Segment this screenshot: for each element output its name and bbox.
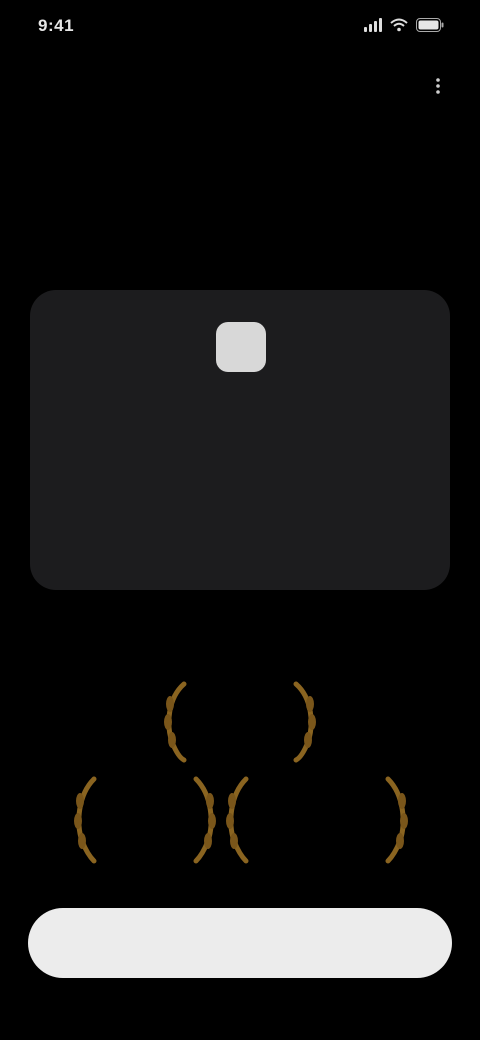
title-block [0, 140, 480, 144]
laurel-icon [293, 681, 316, 763]
award-badge [70, 775, 220, 865]
award-badge [160, 680, 320, 764]
continue-button[interactable] [28, 908, 452, 978]
laurel-icon [164, 681, 187, 763]
status-time: 9:41 [38, 16, 75, 35]
signal-icon [364, 18, 382, 32]
laurel-icon [385, 776, 408, 864]
laurel-icon [74, 776, 97, 864]
info-card [30, 290, 450, 590]
more-icon[interactable] [426, 74, 450, 98]
laurel-icon [193, 776, 216, 864]
laurel-icon [226, 776, 249, 864]
card-badge [216, 322, 266, 372]
status-icons [364, 18, 444, 32]
award-badge [222, 775, 412, 865]
header [0, 70, 480, 106]
onboarding-screen: 9:41 [0, 0, 480, 1040]
wifi-icon [390, 18, 408, 32]
battery-icon [416, 18, 444, 32]
status-bar: 9:41 [0, 0, 480, 58]
